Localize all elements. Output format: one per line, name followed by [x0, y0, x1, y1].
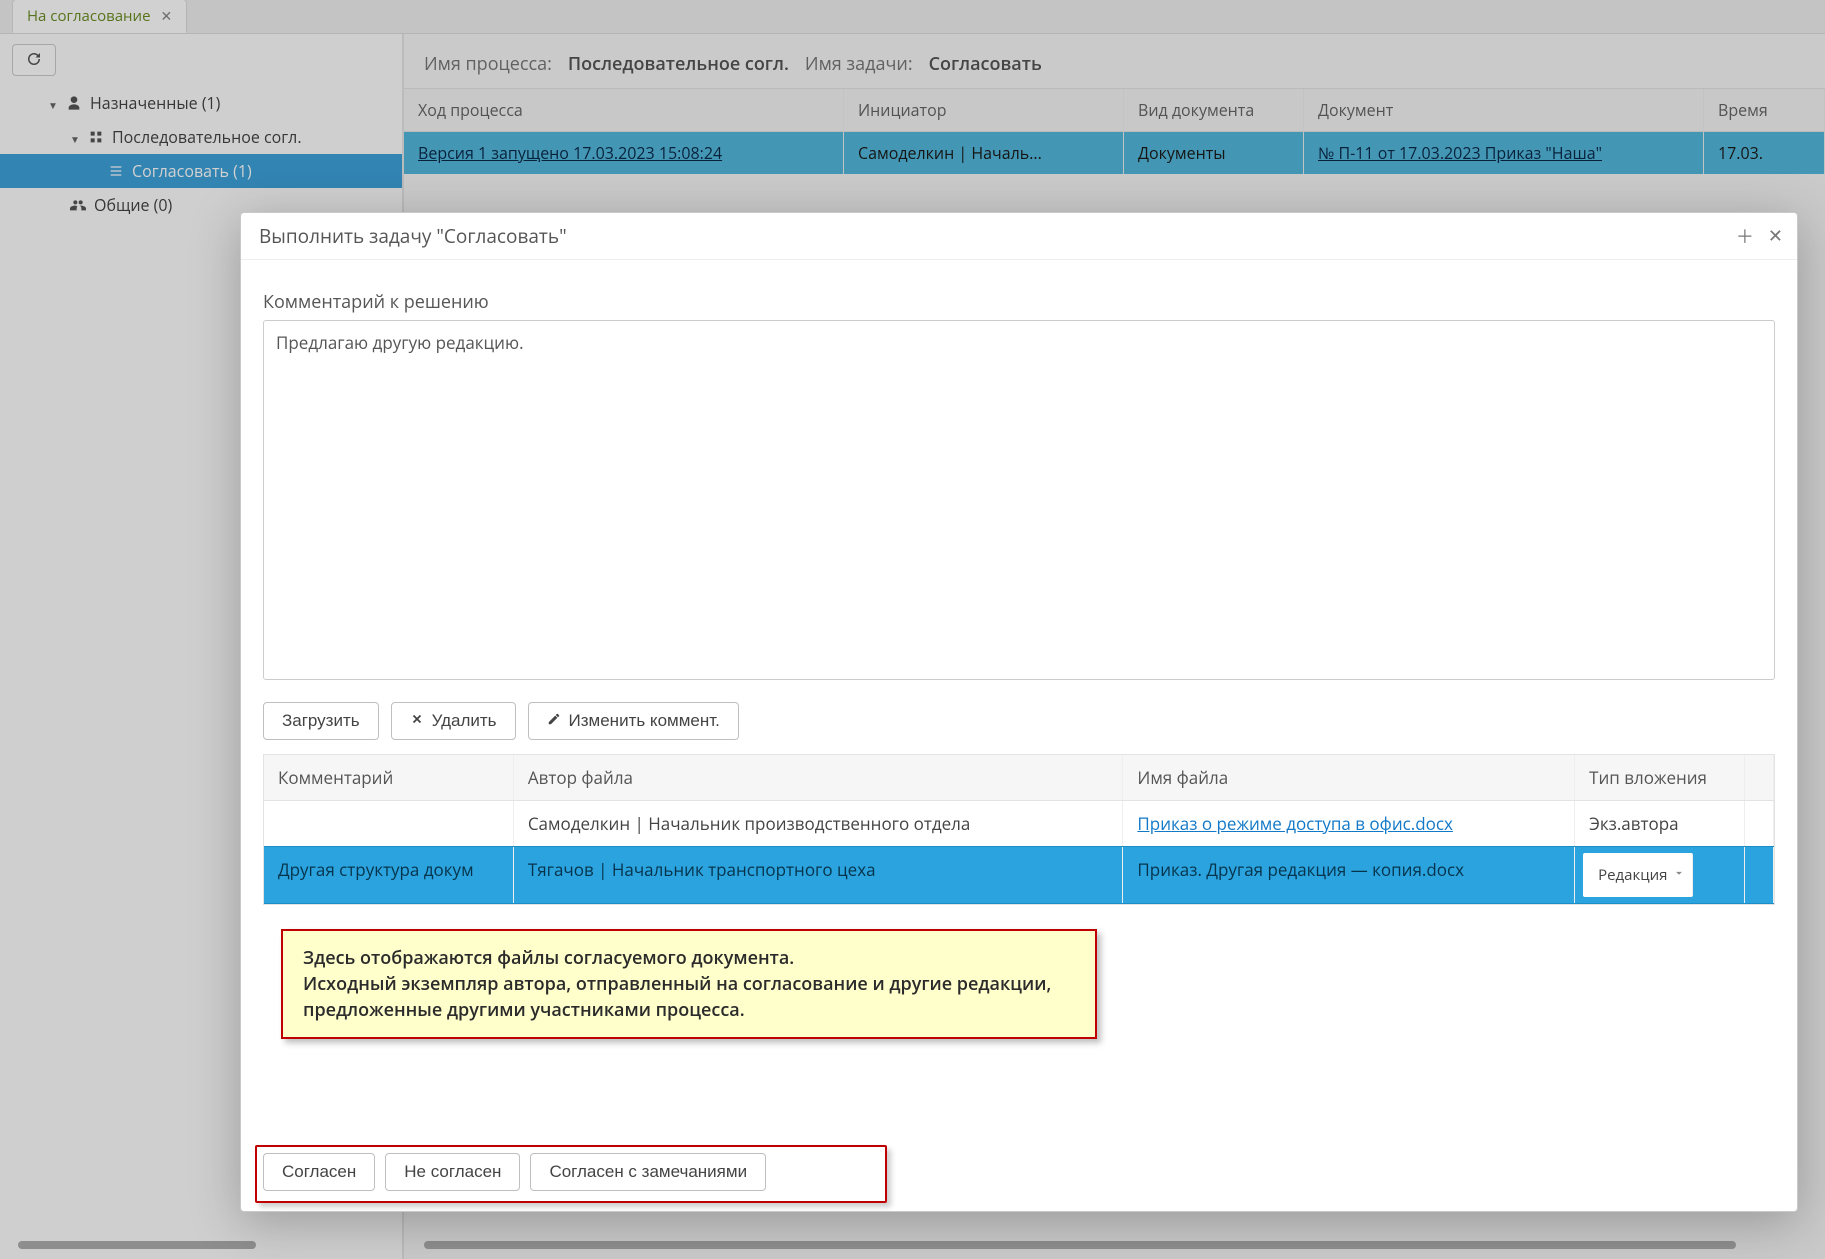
- cell-comment: Другая структура докум: [264, 847, 514, 903]
- file-toolbar: Загрузить Удалить Изменить коммент.: [263, 702, 1775, 740]
- cell-filename: Приказ. Другая редакция — копия.docx: [1123, 847, 1575, 903]
- select-value: Редакция: [1598, 865, 1667, 885]
- col-author[interactable]: Автор файла: [514, 755, 1124, 800]
- agree-with-notes-button[interactable]: Согласен с замечаниями: [530, 1153, 766, 1191]
- hint-line-1: Здесь отображаются файлы согласуемого до…: [303, 945, 1075, 971]
- button-label: Загрузить: [282, 711, 360, 731]
- close-icon: ✕: [1768, 226, 1783, 246]
- dialog-title: Выполнить задачу "Согласовать": [259, 223, 567, 249]
- cell-comment: [264, 801, 514, 846]
- button-label: Согласен: [282, 1162, 356, 1182]
- file-link[interactable]: Приказ о режиме доступа в офис.docx: [1137, 812, 1452, 835]
- col-filename[interactable]: Имя файла: [1123, 755, 1575, 800]
- file-row[interactable]: Самоделкин | Начальник производственного…: [264, 801, 1774, 846]
- file-table: Комментарий Автор файла Имя файла Тип вл…: [263, 754, 1775, 905]
- delete-button[interactable]: Удалить: [391, 702, 516, 740]
- cell-author: Самоделкин | Начальник производственного…: [514, 801, 1124, 846]
- cell-author: Тягачов | Начальник транспортного цеха: [514, 847, 1124, 903]
- col-tail: [1745, 755, 1774, 800]
- comment-label: Комментарий к решению: [263, 290, 1775, 314]
- file-table-header: Комментарий Автор файла Имя файла Тип вл…: [264, 755, 1774, 801]
- close-button[interactable]: ✕: [1768, 223, 1783, 249]
- pencil-icon: [547, 711, 561, 731]
- upload-button[interactable]: Загрузить: [263, 702, 379, 740]
- decision-row: Согласен Не согласен Согласен с замечани…: [263, 1135, 1775, 1201]
- close-icon: [410, 711, 424, 731]
- agree-button[interactable]: Согласен: [263, 1153, 375, 1191]
- dialog-titlebar: Выполнить задачу "Согласовать" ＋ ✕: [241, 213, 1797, 260]
- button-label: Изменить коммент.: [569, 711, 720, 731]
- chevron-down-icon: [1672, 865, 1686, 885]
- comment-textarea[interactable]: [263, 320, 1775, 680]
- col-comment[interactable]: Комментарий: [264, 755, 514, 800]
- hint-line-2: Исходный экземпляр автора, отправленный …: [303, 971, 1075, 1023]
- task-dialog: Выполнить задачу "Согласовать" ＋ ✕ Комме…: [240, 212, 1798, 1212]
- button-label: Удалить: [432, 711, 497, 731]
- annotation-callout: Здесь отображаются файлы согласуемого до…: [281, 929, 1097, 1039]
- plus-icon: ＋: [1736, 227, 1754, 247]
- edit-comment-button[interactable]: Изменить коммент.: [528, 702, 739, 740]
- disagree-button[interactable]: Не согласен: [385, 1153, 520, 1191]
- attachment-type-select[interactable]: Редакция: [1583, 853, 1693, 897]
- cell-attachment-type: Экз.автора: [1575, 801, 1745, 846]
- button-label: Согласен с замечаниями: [549, 1162, 747, 1182]
- maximize-button[interactable]: ＋: [1736, 223, 1754, 249]
- button-label: Не согласен: [404, 1162, 501, 1182]
- col-attachment-type[interactable]: Тип вложения: [1575, 755, 1745, 800]
- file-row[interactable]: Другая структура докум Тягачов | Начальн…: [264, 846, 1774, 904]
